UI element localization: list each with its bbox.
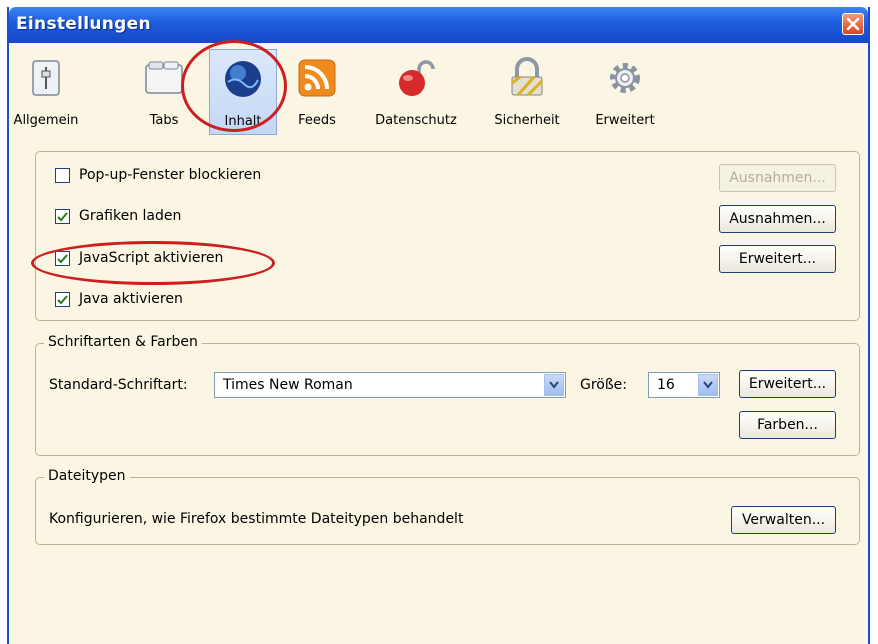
javascript-advanced-button[interactable]: Erweitert... xyxy=(719,245,836,273)
tab-privacy[interactable]: Datenschutz xyxy=(367,49,465,135)
fonts-colors-legend: Schriftarten & Farben xyxy=(44,334,202,350)
tab-general-label: Allgemein xyxy=(13,113,79,128)
filetypes-description: Konfigurieren, wie Firefox bestimmte Dat… xyxy=(49,511,464,527)
tab-security-label: Sicherheit xyxy=(494,113,560,128)
rss-feed-icon xyxy=(298,59,336,97)
default-font-dropdown-button[interactable] xyxy=(544,374,564,396)
font-size-label: Größe: xyxy=(580,377,628,393)
fonts-colors-group: Schriftarten & Farben xyxy=(35,334,860,456)
general-switch-icon xyxy=(32,60,60,96)
default-font-label: Standard-Schriftart: xyxy=(49,377,188,393)
checkmark-icon xyxy=(57,211,68,221)
enable-java-checkbox[interactable] xyxy=(55,291,70,307)
tab-feeds-label: Feeds xyxy=(298,113,336,128)
close-button[interactable] xyxy=(842,13,864,35)
checkmark-icon xyxy=(57,294,68,304)
load-images-checkbox[interactable] xyxy=(55,208,70,224)
tab-advanced-label: Erweitert xyxy=(595,113,655,128)
tab-advanced[interactable]: Erweitert xyxy=(585,49,665,135)
load-images-label: Grafiken laden xyxy=(79,208,182,224)
chevron-down-icon xyxy=(703,381,713,389)
enable-java-row[interactable]: Java aktivieren xyxy=(55,288,183,310)
tab-security[interactable]: Sicherheit xyxy=(487,49,567,135)
privacy-lock-icon xyxy=(399,60,435,96)
font-size-select[interactable]: 16 xyxy=(648,372,720,398)
popup-exceptions-button[interactable]: Ausnahmen... xyxy=(719,164,836,192)
popup-block-checkbox[interactable] xyxy=(55,167,70,183)
fonts-advanced-button[interactable]: Erweitert... xyxy=(739,370,836,398)
close-icon xyxy=(846,17,860,31)
popup-block-label: Pop-up-Fenster blockieren xyxy=(79,167,262,183)
font-size-value: 16 xyxy=(657,377,675,393)
highlight-ellipse-javascript xyxy=(31,241,275,285)
tab-general[interactable]: Allgemein xyxy=(11,49,81,135)
title-bar[interactable]: Einstellungen xyxy=(9,7,868,43)
tabs-window-icon xyxy=(145,61,183,94)
default-font-select[interactable]: Times New Roman xyxy=(214,372,566,398)
highlight-ellipse-content-tab xyxy=(181,40,287,132)
load-images-row[interactable]: Grafiken laden xyxy=(55,205,181,227)
tab-privacy-label: Datenschutz xyxy=(375,113,457,128)
manage-filetypes-button[interactable]: Verwalten... xyxy=(731,506,836,534)
colors-button[interactable]: Farben... xyxy=(739,411,836,439)
gear-icon xyxy=(610,63,640,93)
font-size-dropdown-button[interactable] xyxy=(698,374,718,396)
tab-tabs-label: Tabs xyxy=(149,113,179,128)
filetypes-legend: Dateitypen xyxy=(44,468,130,484)
tab-feeds[interactable]: Feeds xyxy=(287,49,347,135)
default-font-value: Times New Roman xyxy=(223,377,353,393)
security-padlock-icon xyxy=(511,57,544,97)
images-exceptions-button[interactable]: Ausnahmen... xyxy=(719,205,836,233)
settings-window: Einstellungen Allgemein Tabs Inhalt Feed… xyxy=(7,7,870,644)
popup-block-row[interactable]: Pop-up-Fenster blockieren xyxy=(55,164,261,186)
window-title: Einstellungen xyxy=(16,14,151,34)
chevron-down-icon xyxy=(549,381,559,389)
preferences-toolbar: Allgemein Tabs Inhalt Feeds Datenschutz … xyxy=(9,43,868,140)
enable-java-label: Java aktivieren xyxy=(79,291,183,307)
